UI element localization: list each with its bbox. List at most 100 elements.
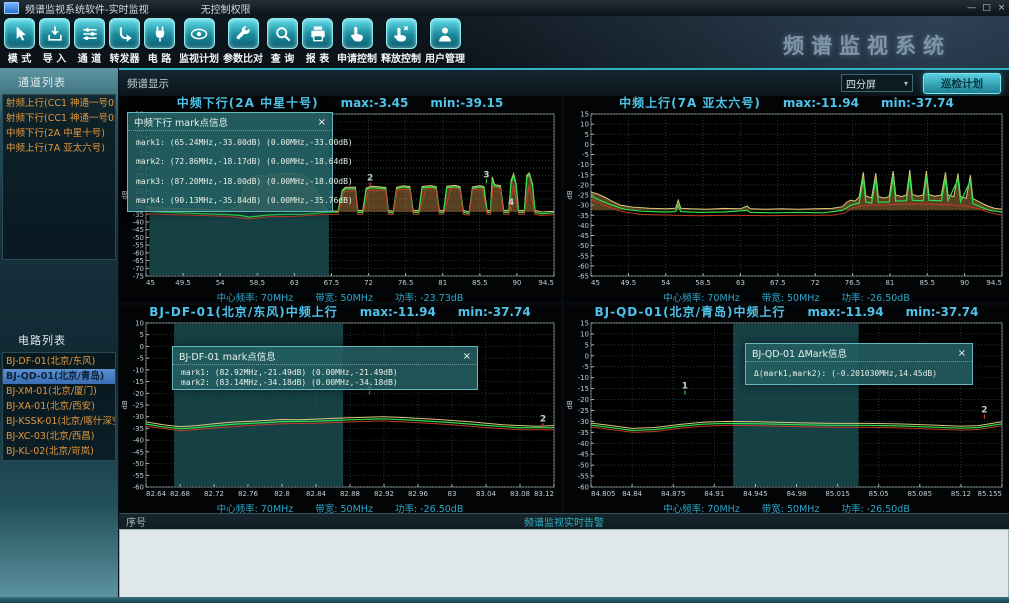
toolbar-button-channels[interactable]: 通 道	[74, 18, 105, 65]
y-tick-label: -40	[133, 437, 144, 445]
status-bandwidth: 带宽: 50MHz	[315, 504, 373, 513]
circuit-list-item[interactable]: BJ-XC-03(北京/西昌)	[3, 429, 115, 444]
x-tick-label: 81	[885, 279, 894, 287]
window-controls: — □ ×	[964, 3, 1009, 13]
y-tick-label: -25	[578, 407, 589, 415]
plug-icon	[144, 18, 175, 49]
tooltip-close-icon[interactable]: ×	[318, 117, 326, 128]
x-tick-label: 83.08	[510, 490, 530, 498]
toolbar-button-eye[interactable]: 监视计划	[179, 18, 219, 65]
maximize-button[interactable]: □	[979, 3, 994, 13]
y-tick-label: -15	[578, 171, 589, 179]
channel-list-title: 通道列表	[0, 68, 118, 94]
toolbar-button-printer[interactable]: 报 表	[302, 18, 333, 65]
toolbar-button-search[interactable]: 查 询	[267, 18, 298, 65]
channel-list-item[interactable]: 中频下行(2A 中星十号)	[3, 126, 115, 141]
toolbar-button-plug[interactable]: 电 路	[144, 18, 175, 65]
toolbar-button-wrench[interactable]: 参数比对	[223, 18, 263, 65]
toolbar-button-label: 申请控制	[337, 50, 377, 65]
y-tick-label: -25	[578, 192, 589, 200]
channel-list-section: 通道列表 射频上行(CC1 神通一号02星)射频下行(CC1 神通一号02星)中…	[0, 68, 118, 260]
x-tick-label: 82.88	[340, 490, 360, 498]
x-tick-label: 67.5	[324, 279, 340, 287]
chart-min-label: min:-39.15	[430, 96, 503, 110]
x-tick-label: 76.5	[398, 279, 414, 287]
spectrum-display-label: 频谱显示	[127, 76, 169, 91]
channel-list-item[interactable]: 射频下行(CC1 神通一号02星)	[3, 111, 115, 126]
mark-info-row: mark4: (90.13MHz,-35.84dB) (0.00MHz,-35.…	[136, 196, 324, 205]
channel-list-item[interactable]: 中频上行(7A 亚太六号)	[3, 141, 115, 156]
tooltip-title: BJ-DF-01 mark点信息	[179, 349, 276, 363]
marker-label[interactable]: 2	[540, 414, 546, 424]
marker-label[interactable]: 3	[483, 170, 489, 180]
toolbar-button-label: 查 询	[271, 50, 294, 65]
toolbar-button-label: 用户管理	[425, 50, 465, 65]
toolbar-button-forwarder[interactable]: 转发器	[109, 18, 140, 65]
y-tick-label: -55	[578, 252, 589, 260]
sidebar: 通道列表 射频上行(CC1 神通一号02星)射频下行(CC1 神通一号02星)中…	[0, 68, 119, 603]
y-tick-label: -15	[578, 385, 589, 393]
title-bar: 频谱监视系统软件-实时监视 无控制权限 — □ ×	[0, 0, 1009, 16]
spectrum-plot[interactable]: 4549.55458.56367.57276.58185.59094.51510…	[564, 111, 1009, 289]
toolbar-button-label: 导 入	[43, 50, 66, 65]
x-tick-label: 82.76	[238, 490, 259, 498]
chart-min-label: min:-37.74	[881, 96, 954, 110]
y-tick-label: -55	[578, 473, 589, 481]
status-power: 功率: -26.50dB	[395, 504, 463, 513]
y-axis-label: dB	[121, 400, 129, 409]
toolbar-button-label: 参数比对	[223, 50, 263, 65]
x-tick-label: 63	[290, 279, 299, 287]
permission-label: 无控制权限	[201, 1, 251, 16]
y-axis-label: dB	[566, 400, 574, 409]
y-tick-label: -20	[578, 181, 589, 189]
tooltip-close-icon[interactable]: ×	[463, 351, 471, 362]
y-tick-label: -20	[578, 396, 589, 404]
circuit-list-item[interactable]: BJ-DF-01(北京/东风)	[3, 354, 115, 369]
marker-label[interactable]: 2	[367, 173, 373, 183]
marker-label[interactable]: 2	[981, 406, 987, 416]
split-screen-select[interactable]: 四分屏 ▾	[841, 74, 913, 92]
close-button[interactable]: ×	[994, 3, 1009, 13]
alarm-table-body[interactable]	[119, 529, 1009, 598]
y-tick-label: 15	[580, 111, 589, 119]
y-tick-label: -5	[137, 355, 144, 363]
channel-list-item[interactable]: 射频上行(CC1 神通一号02星)	[3, 96, 115, 111]
circuit-list-title: 电路列表	[0, 326, 118, 352]
bottom-strip	[0, 597, 1009, 603]
app-icon	[4, 2, 19, 14]
y-tick-label: 0	[140, 343, 144, 351]
circuit-list-item[interactable]: BJ-XA-01(北京/西安)	[3, 399, 115, 414]
circuit-list-item[interactable]: BJ-QD-01(北京/青岛)	[3, 369, 115, 384]
patrol-plan-button[interactable]: 巡检计划	[923, 73, 1001, 94]
toolbar-button-user[interactable]: 用户管理	[425, 18, 465, 65]
toolbar-button-cursor[interactable]: 模 式	[4, 18, 35, 65]
chart-min-label: min:-37.74	[458, 305, 531, 319]
x-tick-label: 83.12	[534, 490, 554, 498]
toolbar-button-hand[interactable]: 申请控制	[337, 18, 377, 65]
app-window: 频谱监视系统软件-实时监视 无控制权限 — □ × 模 式导 入通 道转发器电 …	[0, 0, 1009, 603]
alarm-header: 序号 频谱监视实时告警	[119, 513, 1009, 529]
y-tick-label: -10	[578, 374, 589, 382]
y-tick-label: -40	[578, 222, 589, 230]
marker-label[interactable]: 1	[682, 382, 688, 392]
circuit-list-item[interactable]: BJ-KL-02(北京/岢岚)	[3, 444, 115, 459]
x-tick-label: 83.04	[476, 490, 497, 498]
chart-max-label: max:-11.94	[808, 305, 884, 319]
tooltip-close-icon[interactable]: ×	[958, 348, 966, 359]
circuit-list-item[interactable]: BJ-XM-01(北京/厦门)	[3, 384, 115, 399]
window-title: 频谱监视系统软件-实时监视	[25, 1, 149, 16]
wrench-icon	[228, 18, 259, 49]
toolbar-button-label: 电 路	[148, 50, 171, 65]
marker-label[interactable]: 4	[508, 198, 514, 208]
minimize-button[interactable]: —	[964, 3, 979, 13]
chart-title: 中频下行(2A 中星十号)	[177, 96, 319, 110]
status-bandwidth: 带宽: 50MHz	[762, 504, 820, 513]
x-tick-label: 58.5	[249, 279, 265, 287]
circuit-list-item[interactable]: BJ-KSSK-01(北京/喀什深空站)	[3, 414, 115, 429]
status-center: 中心频率: 70MHz	[663, 293, 740, 302]
toolbar-button-hand-x[interactable]: 释放控制	[381, 18, 421, 65]
chart-status-line: 中心频率: 70MHz带宽: 50MHz功率: -26.50dB	[564, 504, 1009, 513]
toolbar-button-import[interactable]: 导 入	[39, 18, 70, 65]
y-tick-label: -65	[578, 273, 589, 281]
mark-info-row: mark1: (82.92MHz,-21.49dB) (0.00MHz,-21.…	[181, 368, 469, 377]
